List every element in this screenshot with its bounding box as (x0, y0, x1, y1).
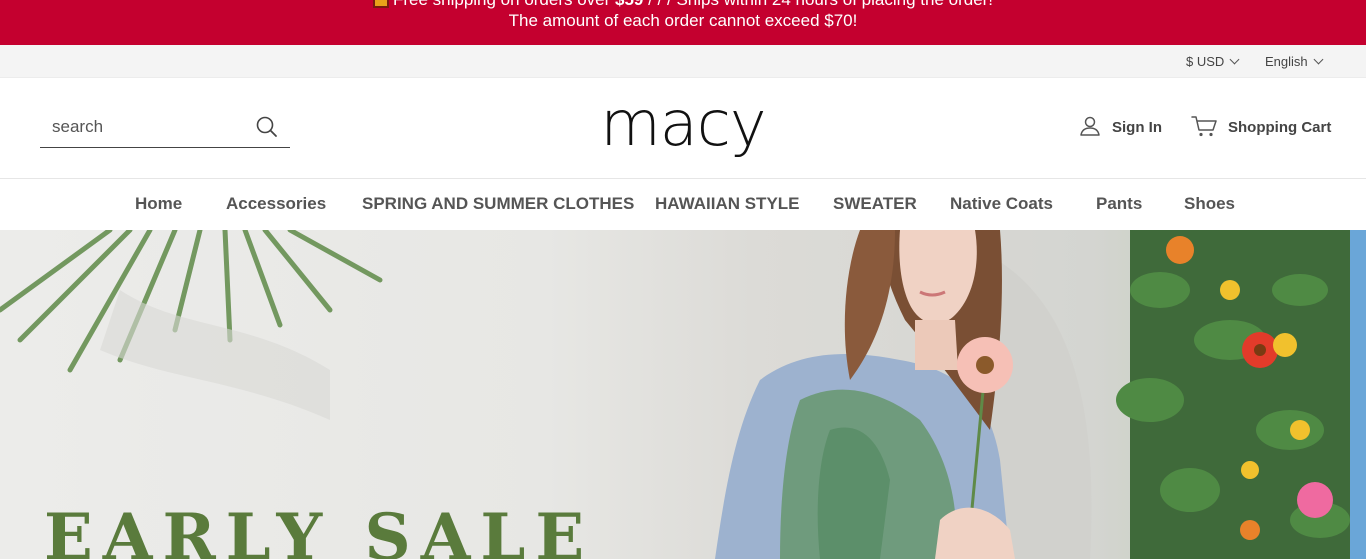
currency-selector[interactable]: $ USD (1186, 45, 1240, 78)
nav-item-pants[interactable]: Pants (1096, 179, 1142, 230)
nav-item-spring-summer-clothes[interactable]: SPRING AND SUMMER CLOTHES (362, 179, 634, 230)
language-label: English (1265, 54, 1308, 69)
chevron-down-icon (1229, 54, 1240, 65)
site-header: macy Sign In Shopping Cart (0, 78, 1366, 179)
hero-banner[interactable]: EARLY SALE (0, 230, 1366, 559)
cart-icon (1191, 116, 1217, 137)
currency-label: $ USD (1186, 54, 1225, 69)
announcement-text-suffix: / / / Ships within 24 hours of placing t… (643, 0, 993, 9)
announcement-amount: $59 (615, 0, 643, 9)
main-navigation: Home Accessories SPRING AND SUMMER CLOTH… (0, 179, 1366, 230)
announcement-line-2: The amount of each order cannot exceed $… (508, 11, 858, 30)
nav-item-accessories[interactable]: Accessories (226, 179, 326, 230)
announcement-text-prefix: Free shipping on orders over (393, 0, 615, 9)
shopping-cart-label: Shopping Cart (1228, 119, 1332, 136)
nav-item-sweater[interactable]: SWEATER (833, 179, 917, 230)
utility-bar: $ USD English (0, 45, 1366, 78)
nav-item-home[interactable]: Home (135, 179, 182, 230)
announcement-bar: Free shipping on orders over $59 / / / S… (0, 0, 1366, 45)
chevron-down-icon (1313, 54, 1324, 65)
hero-headline: EARLY SALE (44, 500, 595, 559)
language-selector[interactable]: English (1265, 45, 1324, 78)
sign-in-label: Sign In (1112, 119, 1162, 136)
nav-item-shoes[interactable]: Shoes (1184, 179, 1235, 230)
shopping-cart-link[interactable]: Shopping Cart (1191, 115, 1331, 141)
sign-in-link[interactable]: Sign In (1078, 115, 1162, 141)
announcement-line-1: Free shipping on orders over $59 / / / S… (0, 0, 1366, 10)
search-icon[interactable] (254, 114, 280, 140)
nav-item-native-coats[interactable]: Native Coats (950, 179, 1053, 230)
user-icon (1080, 116, 1100, 136)
site-logo[interactable]: macy (600, 84, 766, 164)
gift-icon (372, 0, 389, 8)
search-input[interactable] (40, 108, 250, 146)
search-box (40, 108, 290, 148)
nav-item-hawaiian-style[interactable]: HAWAIIAN STYLE (655, 179, 800, 230)
